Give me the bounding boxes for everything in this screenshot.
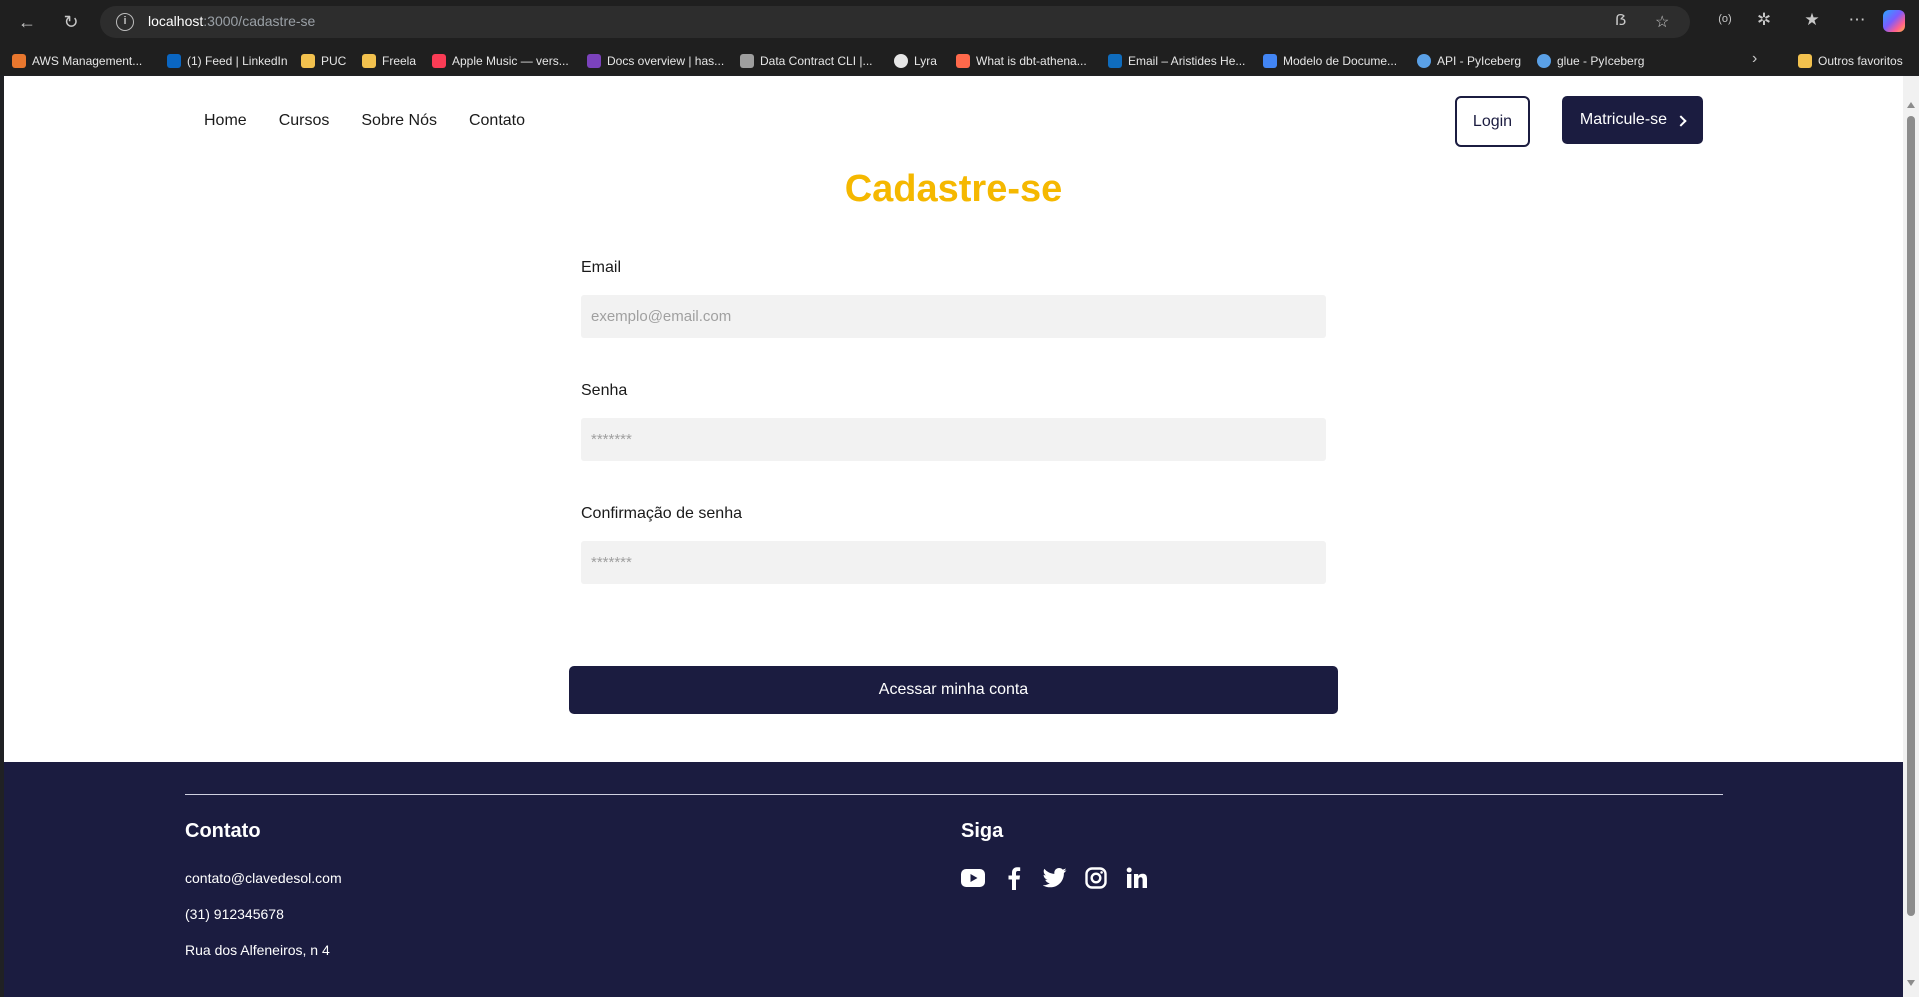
footer-follow-heading: Siga — [961, 820, 1004, 842]
facebook-icon[interactable] — [1002, 866, 1026, 890]
google-docs-icon — [1263, 53, 1277, 68]
confirm-password-label: Confirmação de senha — [581, 505, 742, 522]
bookmark-apple-music[interactable]: Apple Music — vers... — [432, 52, 569, 69]
favorite-star-icon[interactable]: ☆ — [1655, 12, 1669, 32]
social-links — [961, 866, 1149, 890]
github-icon — [894, 53, 908, 68]
url-text: localhost:3000/cadastre-se — [148, 13, 316, 29]
pyiceberg-icon — [1417, 53, 1431, 68]
folder-icon — [1798, 53, 1812, 68]
password-field[interactable] — [581, 418, 1326, 461]
enroll-button[interactable]: Matricule-se — [1562, 96, 1703, 144]
folder-icon — [301, 53, 315, 68]
nav-contact[interactable]: Contato — [469, 112, 525, 130]
bookmarks-bar: AWS Management... (1) Feed | LinkedIn PU… — [0, 45, 1919, 75]
extensions-puzzle-icon[interactable]: ✲ — [1752, 10, 1776, 30]
bookmark-aws[interactable]: AWS Management... — [12, 52, 142, 69]
chevron-right-icon[interactable]: › — [1752, 50, 1757, 68]
bookmark-email[interactable]: Email – Aristides He... — [1108, 52, 1245, 69]
nav-home[interactable]: Home — [204, 112, 247, 130]
nav-courses[interactable]: Cursos — [279, 112, 330, 130]
scroll-down-arrow-icon[interactable] — [1907, 980, 1915, 986]
terraform-icon — [587, 53, 601, 68]
chevron-right-icon — [1675, 114, 1687, 127]
extension-icon[interactable]: (o) — [1713, 13, 1737, 25]
document-icon — [740, 53, 754, 68]
bookmark-folder-puc[interactable]: PUC — [301, 52, 346, 69]
instagram-icon[interactable] — [1084, 866, 1108, 890]
footer-email: contato@clavedesol.com — [185, 870, 342, 886]
login-label: Login — [1472, 112, 1513, 130]
back-arrow-icon[interactable]: ← — [14, 9, 40, 35]
linkedin-icon — [167, 53, 181, 68]
submit-button[interactable]: Acessar minha conta — [569, 666, 1338, 714]
address-bar[interactable]: i localhost:3000/cadastre-se ẞ ☆ — [100, 6, 1690, 38]
dbt-icon — [956, 53, 970, 68]
linkedin-icon[interactable] — [1125, 866, 1149, 890]
read-aloud-icon[interactable]: ẞ — [1615, 12, 1626, 30]
scrollbar-thumb[interactable] — [1907, 116, 1915, 916]
footer-contact-heading: Contato — [185, 820, 261, 842]
bookmark-dbt-athena[interactable]: What is dbt-athena... — [956, 52, 1087, 69]
bookmark-docs-overview[interactable]: Docs overview | has... — [587, 52, 724, 69]
login-button[interactable]: Login — [1455, 96, 1530, 147]
bookmark-modelo-documento[interactable]: Modelo de Docume... — [1263, 52, 1397, 69]
bookmark-lyra[interactable]: Lyra — [894, 52, 937, 69]
footer-phone: (31) 912345678 — [185, 906, 284, 922]
footer-address: Rua dos Alfeneiros, n 4 — [185, 942, 330, 958]
page-scrollbar[interactable] — [1903, 76, 1919, 997]
bookmark-glue-pyiceberg[interactable]: glue - PyIceberg — [1537, 52, 1644, 69]
browser-toolbar: ← ↻ i localhost:3000/cadastre-se ẞ ☆ (o)… — [0, 0, 1919, 45]
page-viewport: Home Cursos Sobre Nós Contato Login Matr… — [4, 76, 1903, 997]
bookmark-folder-freela[interactable]: Freela — [362, 52, 416, 69]
pyiceberg-icon — [1537, 53, 1551, 68]
password-label: Senha — [581, 382, 628, 399]
scroll-up-arrow-icon[interactable] — [1907, 102, 1915, 108]
site-footer: Contato contato@clavedesol.com (31) 9123… — [4, 762, 1903, 997]
email-field[interactable] — [581, 295, 1326, 338]
more-menu-icon[interactable]: ⋯ — [1845, 10, 1869, 30]
bookmark-api-pyiceberg[interactable]: API - PyIceberg — [1417, 52, 1521, 69]
copilot-icon[interactable] — [1883, 10, 1905, 32]
submit-label: Acessar minha conta — [878, 681, 1029, 698]
folder-icon — [362, 53, 376, 68]
page-title: Cadastre-se — [844, 168, 1063, 210]
youtube-icon[interactable] — [961, 866, 985, 890]
apple-music-icon — [432, 53, 446, 68]
site-nav: Home Cursos Sobre Nós Contato — [204, 112, 525, 130]
reload-icon[interactable]: ↻ — [58, 9, 84, 35]
enroll-label: Matricule-se — [1579, 111, 1668, 128]
nav-about[interactable]: Sobre Nós — [361, 112, 437, 130]
twitter-icon[interactable] — [1043, 866, 1067, 890]
email-label: Email — [581, 259, 622, 276]
bookmark-other-favorites[interactable]: Outros favoritos — [1798, 52, 1903, 69]
outlook-icon — [1108, 53, 1122, 68]
site-info-icon[interactable]: i — [116, 13, 134, 31]
bookmark-data-contract[interactable]: Data Contract CLI |... — [740, 52, 873, 69]
footer-divider — [185, 794, 1723, 795]
aws-icon — [12, 53, 26, 68]
confirm-password-field[interactable] — [581, 541, 1326, 584]
bookmark-linkedin[interactable]: (1) Feed | LinkedIn — [167, 52, 288, 69]
favorites-icon[interactable]: ★ — [1800, 10, 1824, 30]
